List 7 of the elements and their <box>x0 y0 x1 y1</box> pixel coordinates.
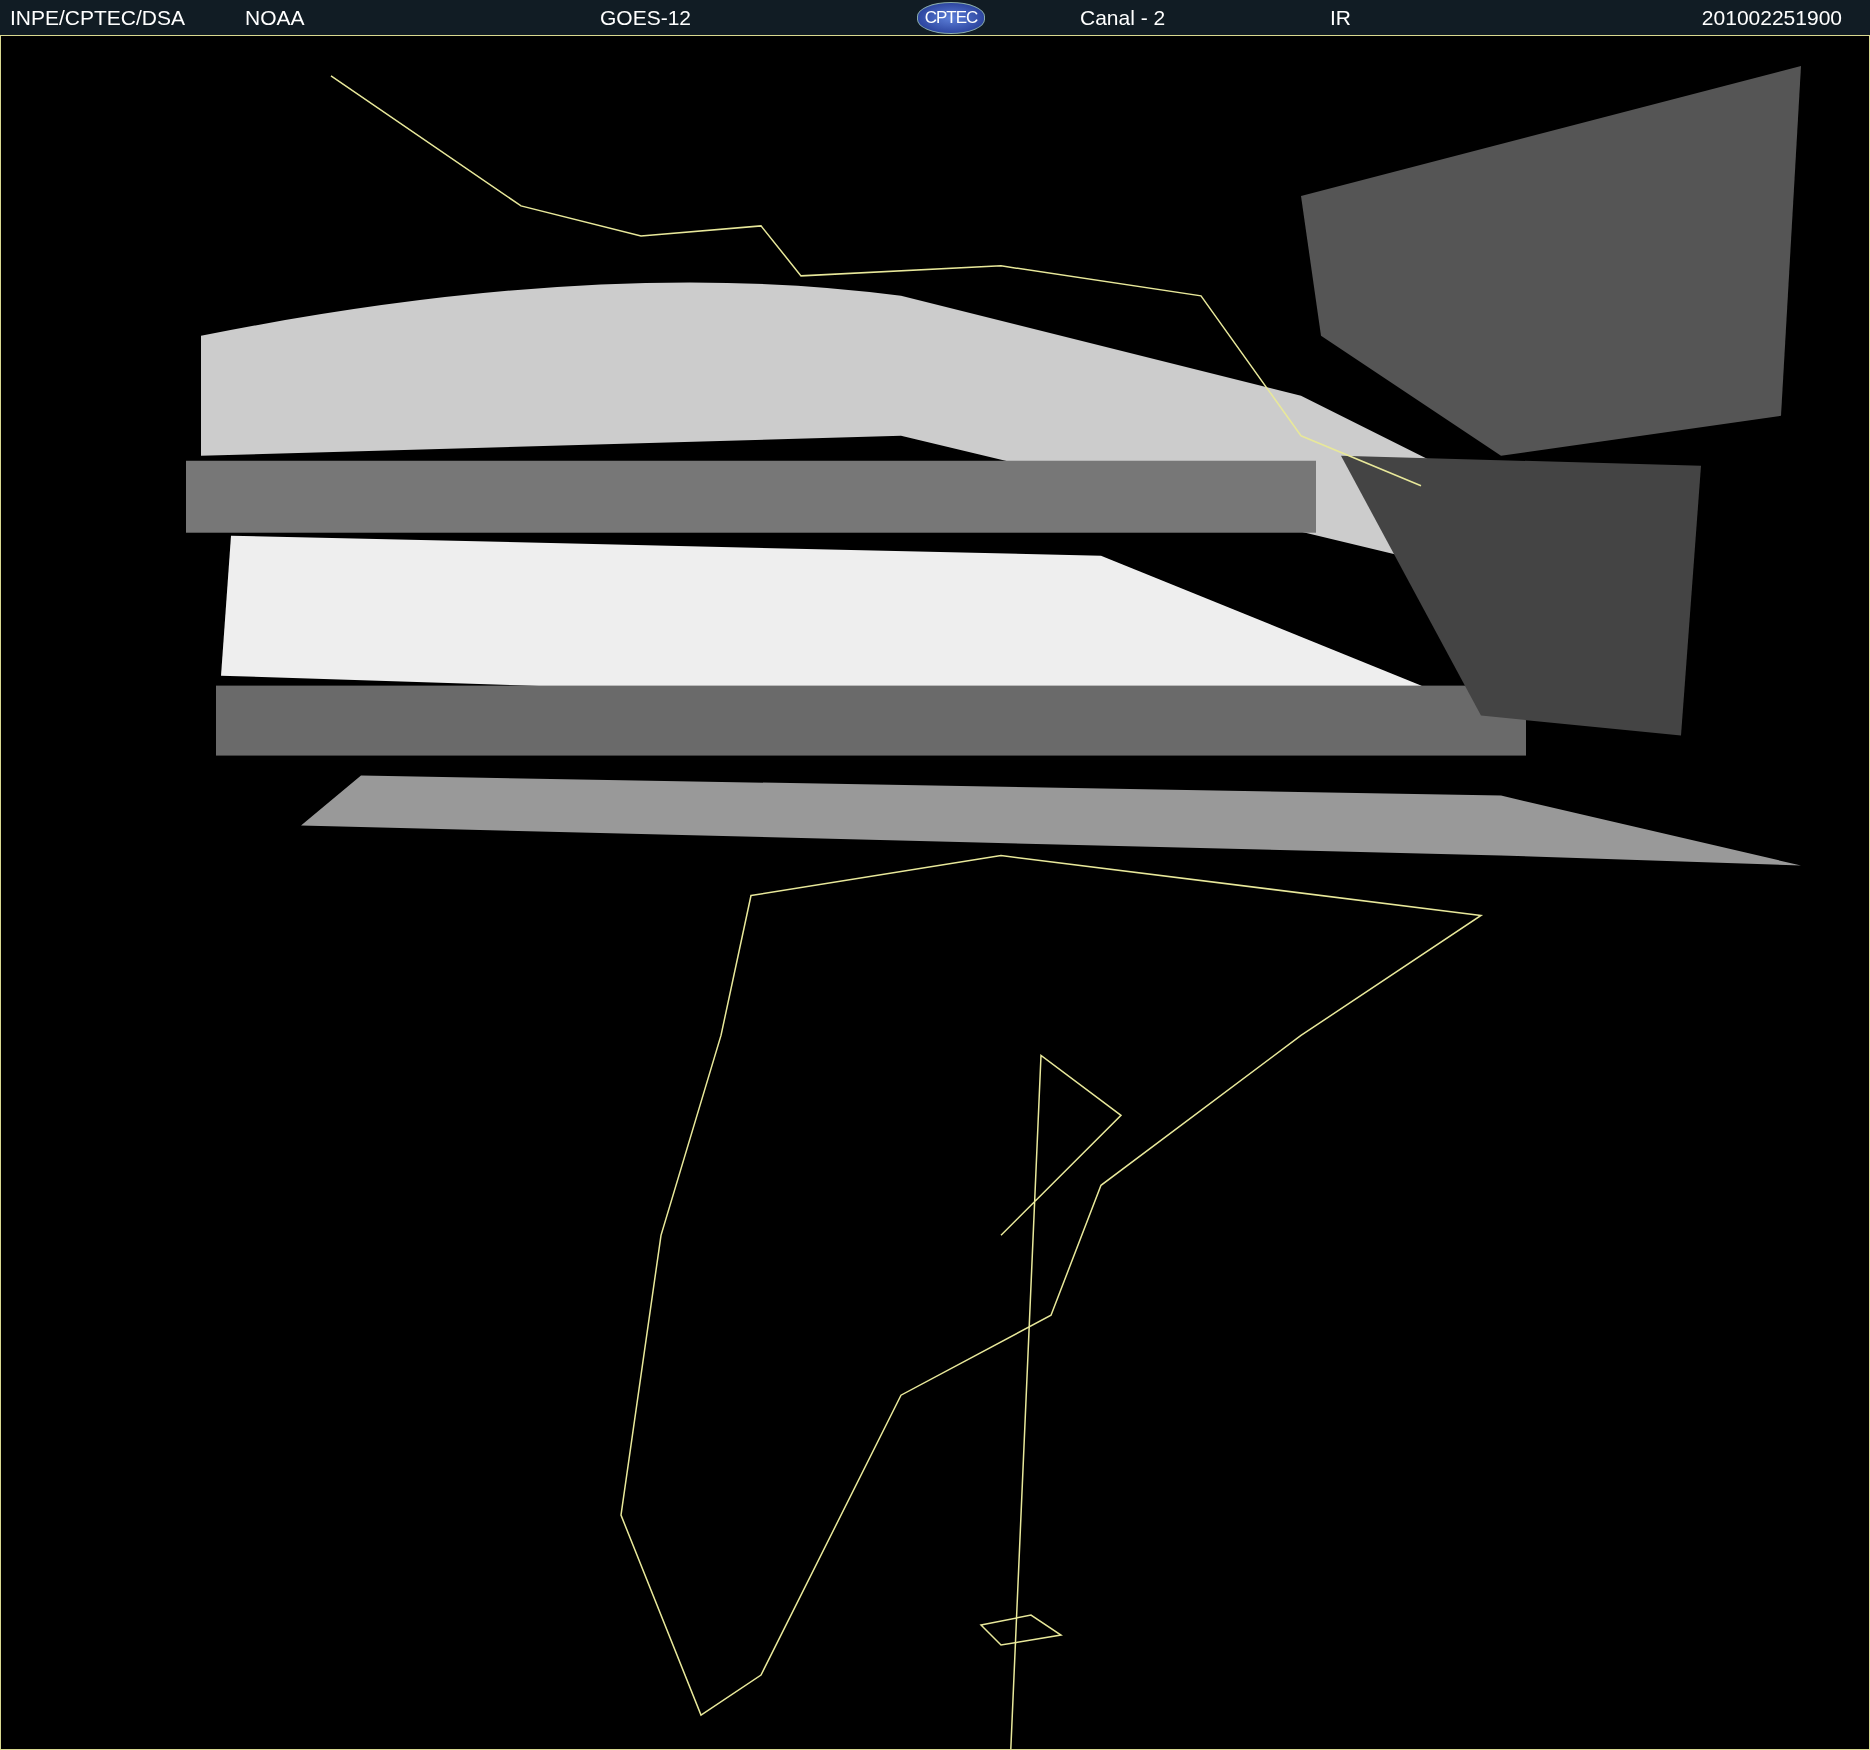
satellite-label: GOES-12 <box>600 5 693 30</box>
logo: CPTEC <box>917 1 985 34</box>
band-label: IR <box>1330 5 1352 30</box>
agency-label: NOAA <box>245 5 306 30</box>
channel-label: Canal - 2 <box>1080 5 1167 30</box>
timestamp-label: 201002251900 <box>1701 5 1842 30</box>
source-label: INPE/CPTEC/DSA <box>10 5 187 30</box>
